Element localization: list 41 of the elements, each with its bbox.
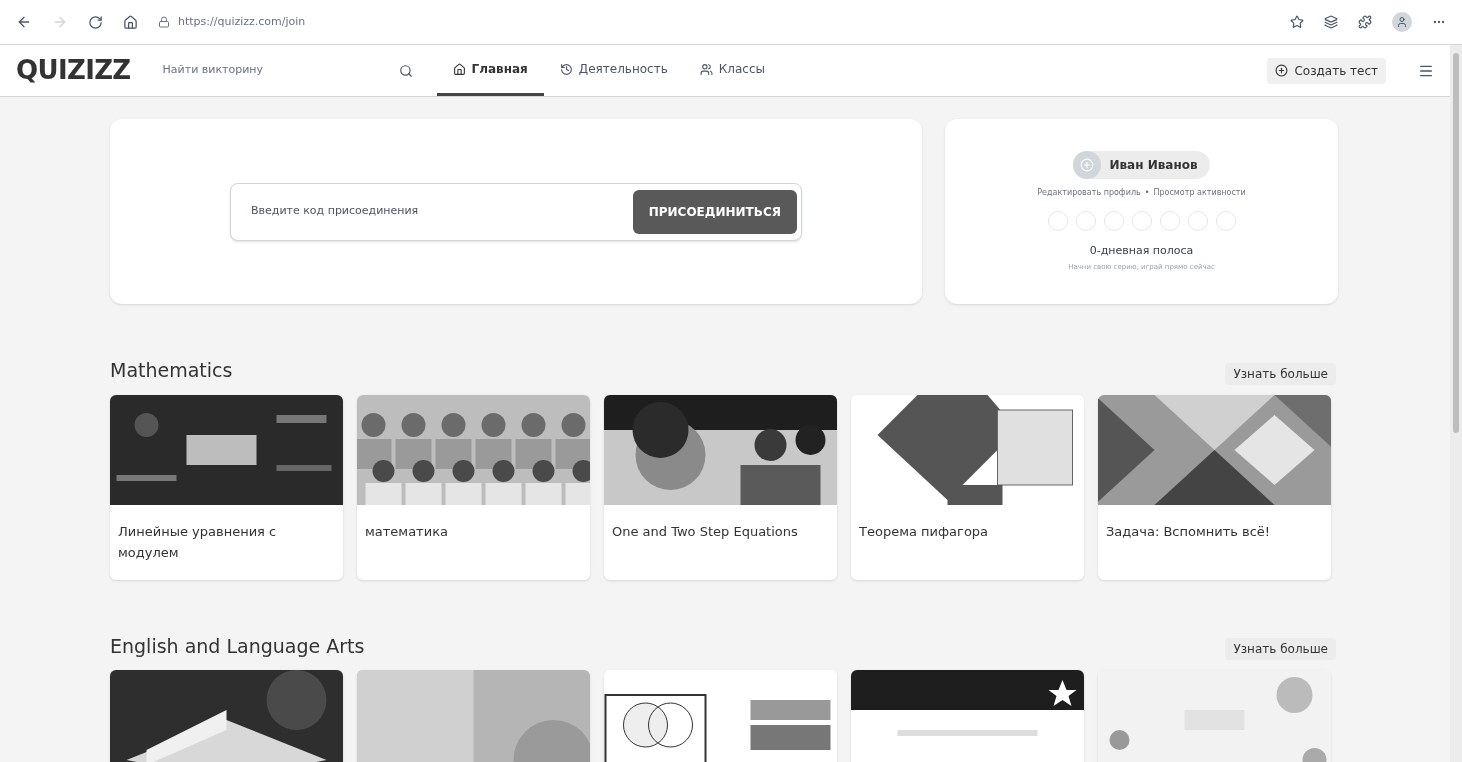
join-button[interactable]: ПРИСОЕДИНИТЬСЯ	[632, 189, 797, 234]
streak-title: 0-дневная полоса	[1089, 243, 1194, 259]
quiz-title: Теорема пифагора	[858, 522, 990, 541]
quiz-title: математика	[364, 522, 449, 541]
learn-more-button[interactable]: Узнать больше	[1225, 362, 1336, 385]
quiz-card[interactable]: математика	[357, 394, 590, 580]
quiz-card[interactable]: Теорема пифагора	[851, 394, 1084, 580]
back-icon[interactable]	[16, 14, 32, 30]
separator: •	[1144, 187, 1150, 199]
user-name: Иван Иванов	[1109, 157, 1198, 174]
scrollbar[interactable]	[1450, 45, 1462, 762]
nav-tab[interactable]: Деятельность	[543, 45, 684, 96]
search-icon[interactable]	[398, 63, 413, 78]
logo[interactable]: QUIZIZZ	[16, 51, 131, 90]
search-field[interactable]: Найти викторину	[162, 62, 399, 79]
reload-icon[interactable]	[88, 14, 103, 30]
people-icon	[699, 62, 713, 76]
create-test-button[interactable]: Создать тест	[1267, 57, 1386, 84]
section-title: Mathematics	[110, 358, 233, 383]
profile-chip[interactable]: Иван Иванов	[1073, 151, 1210, 179]
quiz-card[interactable]: Задача: Вспомнить всё!	[1098, 394, 1331, 580]
address-bar[interactable]: https://quizizz.com/join	[178, 13, 306, 31]
quiz-title: One and Two Step Equations	[611, 522, 799, 541]
home-icon	[452, 62, 466, 76]
home-icon[interactable]	[123, 14, 138, 30]
activity-link[interactable]: Просмотр активности	[1153, 187, 1246, 199]
quiz-title: Задача: Вспомнить всё!	[1105, 522, 1272, 541]
plus-icon	[1275, 64, 1289, 77]
quiz-card[interactable]: Линейные уравнения с модулем	[110, 394, 343, 580]
lock-icon	[158, 16, 170, 28]
history-icon	[559, 62, 573, 76]
nav-tab[interactable]: Главная	[436, 45, 544, 96]
avatar-icon	[1073, 151, 1102, 179]
avatar-icon[interactable]	[1392, 12, 1412, 32]
quiz-card[interactable]: One and Two Step Equations	[604, 394, 837, 580]
section-title: English and Language Arts	[110, 633, 365, 659]
edit-profile-link[interactable]: Редактировать профиль	[1037, 187, 1141, 199]
learn-more-button[interactable]: Узнать больше	[1225, 638, 1336, 660]
join-code-field[interactable]: Введите код присоединения	[251, 203, 633, 220]
quiz-title: Линейные уравнения с модулем	[117, 522, 278, 562]
nav-tab[interactable]: Классы	[683, 45, 781, 96]
